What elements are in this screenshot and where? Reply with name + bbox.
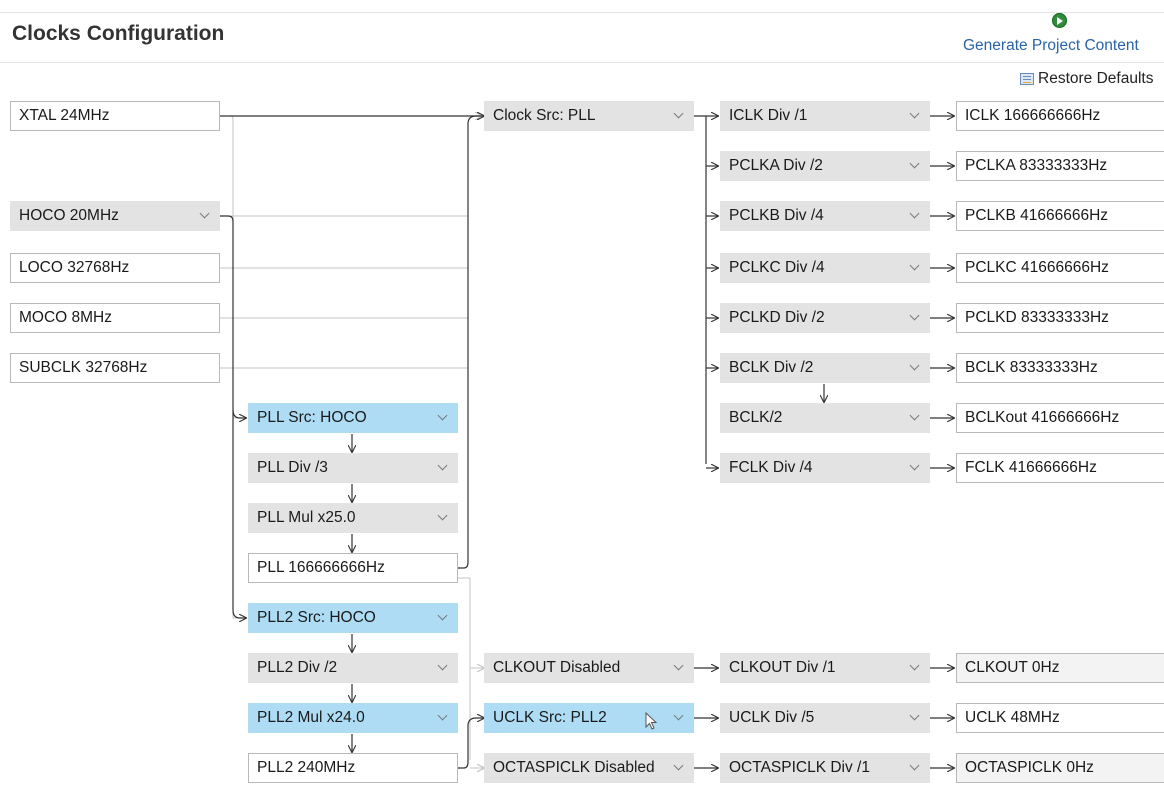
- pll-mul-label: PLL Mul x25.0: [257, 509, 356, 526]
- bclkout-output-field: BCLKout 41666666Hz: [956, 403, 1164, 433]
- chevron-down-icon: [909, 108, 920, 119]
- moco-field: MOCO 8MHz: [10, 303, 220, 333]
- chevron-down-icon: [437, 410, 448, 421]
- uclk-div-label: UCLK Div /5: [729, 709, 815, 726]
- chevron-down-icon: [909, 208, 920, 219]
- chevron-down-icon: [909, 760, 920, 771]
- uclk-src-label: UCLK Src: PLL2: [493, 709, 607, 726]
- clock-src-select[interactable]: Clock Src: PLL: [484, 101, 694, 131]
- pll2-src-select[interactable]: PLL2 Src: HOCO: [248, 603, 458, 633]
- chevron-down-icon: [437, 710, 448, 721]
- chevron-down-icon: [909, 310, 920, 321]
- pll-mul-select[interactable]: PLL Mul x25.0: [248, 503, 458, 533]
- clkout-output-field: CLKOUT 0Hz: [956, 653, 1164, 683]
- pll-src-select[interactable]: PLL Src: HOCO: [248, 403, 458, 433]
- xtal-field[interactable]: XTAL 24MHz: [10, 101, 220, 131]
- octaspiclk-div-label: OCTASPICLK Div /1: [729, 759, 870, 776]
- chevron-down-icon: [673, 660, 684, 671]
- chevron-down-icon: [437, 460, 448, 471]
- iclk-div-select[interactable]: ICLK Div /1: [720, 101, 930, 131]
- pll-div-select[interactable]: PLL Div /3: [248, 453, 458, 483]
- pll-output-field: PLL 166666666Hz: [248, 553, 458, 583]
- octaspiclk-src-select[interactable]: OCTASPICLK Disabled: [484, 753, 694, 783]
- uclk-output-field: UCLK 48MHz: [956, 703, 1164, 733]
- chevron-down-icon: [437, 610, 448, 621]
- clkout-src-select[interactable]: CLKOUT Disabled: [484, 653, 694, 683]
- fclk-div-label: FCLK Div /4: [729, 459, 813, 476]
- bclk2-label: BCLK/2: [729, 409, 783, 426]
- clkout-src-label: CLKOUT Disabled: [493, 659, 621, 676]
- chevron-down-icon: [437, 510, 448, 521]
- clock-src-label: Clock Src: PLL: [493, 107, 596, 124]
- pclkb-output-field: PCLKB 41666666Hz: [956, 201, 1164, 231]
- pclkc-div-label: PCLKC Div /4: [729, 259, 825, 276]
- pclka-output-field: PCLKA 83333333Hz: [956, 151, 1164, 181]
- pclka-div-select[interactable]: PCLKA Div /2: [720, 151, 930, 181]
- fclk-div-select[interactable]: FCLK Div /4: [720, 453, 930, 483]
- octaspiclk-div-select[interactable]: OCTASPICLK Div /1: [720, 753, 930, 783]
- bclk2-select[interactable]: BCLK/2: [720, 403, 930, 433]
- chevron-down-icon: [673, 710, 684, 721]
- uclk-src-select[interactable]: UCLK Src: PLL2: [484, 703, 694, 733]
- clkout-div-select[interactable]: CLKOUT Div /1: [720, 653, 930, 683]
- pclkd-div-label: PCLKD Div /2: [729, 309, 825, 326]
- pclkb-div-label: PCLKB Div /4: [729, 207, 824, 224]
- pll2-mul-label: PLL2 Mul x24.0: [257, 709, 365, 726]
- pclkc-div-select[interactable]: PCLKC Div /4: [720, 253, 930, 283]
- pll2-mul-select[interactable]: PLL2 Mul x24.0: [248, 703, 458, 733]
- mouse-cursor-icon: [645, 712, 658, 730]
- hoco-label: HOCO 20MHz: [19, 207, 119, 224]
- loco-field: LOCO 32768Hz: [10, 253, 220, 283]
- iclk-div-label: ICLK Div /1: [729, 107, 808, 124]
- chevron-down-icon: [909, 360, 920, 371]
- chevron-down-icon: [673, 108, 684, 119]
- fclk-output-field: FCLK 41666666Hz: [956, 453, 1164, 483]
- pll-div-label: PLL Div /3: [257, 459, 328, 476]
- chevron-down-icon: [909, 410, 920, 421]
- uclk-div-select[interactable]: UCLK Div /5: [720, 703, 930, 733]
- pll2-div-label: PLL2 Div /2: [257, 659, 338, 676]
- pclkb-div-select[interactable]: PCLKB Div /4: [720, 201, 930, 231]
- chevron-down-icon: [909, 660, 920, 671]
- octaspiclk-src-label: OCTASPICLK Disabled: [493, 759, 655, 776]
- iclk-output-field: ICLK 166666666Hz: [956, 101, 1164, 131]
- bclk-output-field: BCLK 83333333Hz: [956, 353, 1164, 383]
- hoco-select[interactable]: HOCO 20MHz: [10, 201, 220, 231]
- clkout-div-label: CLKOUT Div /1: [729, 659, 836, 676]
- chevron-down-icon: [909, 260, 920, 271]
- subclk-field: SUBCLK 32768Hz: [10, 353, 220, 383]
- pll2-div-select[interactable]: PLL2 Div /2: [248, 653, 458, 683]
- pll2-src-label: PLL2 Src: HOCO: [257, 609, 376, 626]
- pll-src-label: PLL Src: HOCO: [257, 409, 367, 426]
- bclk-div-select[interactable]: BCLK Div /2: [720, 353, 930, 383]
- pll2-output-field: PLL2 240MHz: [248, 753, 458, 783]
- pclkd-output-field: PCLKD 83333333Hz: [956, 303, 1164, 333]
- chevron-down-icon: [909, 158, 920, 169]
- pclkc-output-field: PCLKC 41666666Hz: [956, 253, 1164, 283]
- chevron-down-icon: [673, 760, 684, 771]
- bclk-div-label: BCLK Div /2: [729, 359, 814, 376]
- pclkd-div-select[interactable]: PCLKD Div /2: [720, 303, 930, 333]
- chevron-down-icon: [437, 660, 448, 671]
- pclka-div-label: PCLKA Div /2: [729, 157, 823, 174]
- octaspiclk-output-field: OCTASPICLK 0Hz: [956, 753, 1164, 783]
- chevron-down-icon: [909, 710, 920, 721]
- chevron-down-icon: [199, 208, 210, 219]
- chevron-down-icon: [909, 460, 920, 471]
